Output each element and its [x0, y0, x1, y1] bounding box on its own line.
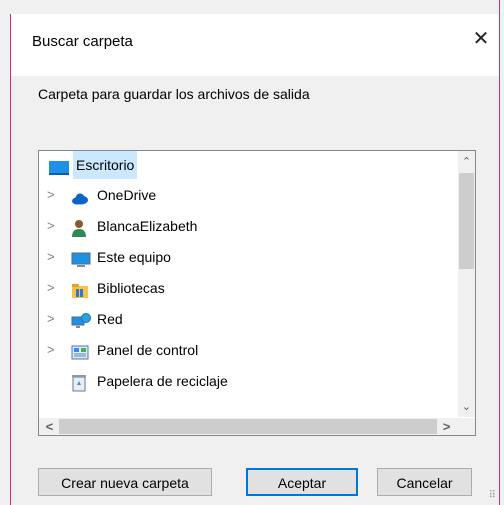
close-icon: ✕ [472, 28, 490, 50]
vertical-scrollbar[interactable]: ⌃ ⌄ [458, 151, 475, 417]
tree-item-bibliotecas[interactable]: > Bibliotecas [39, 274, 439, 302]
control-panel-icon [71, 342, 89, 360]
tree-item-label: OneDrive [97, 187, 157, 203]
cancel-button[interactable]: Cancelar [377, 468, 472, 496]
tree-item-onedrive[interactable]: > OneDrive [39, 181, 439, 209]
desktop-icon [49, 157, 69, 175]
vertical-scroll-thumb[interactable] [459, 173, 474, 269]
folder-icon [71, 409, 89, 417]
tree-item-label: Papelera de reciclaje [97, 373, 228, 389]
onedrive-cloud-icon [71, 187, 89, 205]
network-icon [71, 311, 91, 328]
tree-item-partial [39, 399, 439, 417]
computer-icon [71, 249, 91, 267]
horizontal-scroll-thumb[interactable] [59, 419, 437, 434]
tree-item-label: Panel de control [97, 342, 199, 358]
tree-item-este-equipo[interactable]: > Este equipo [39, 243, 439, 271]
chevron-right-icon[interactable]: > [47, 181, 59, 209]
scroll-left-icon[interactable]: < [41, 419, 58, 434]
new-folder-button[interactable]: Crear nueva carpeta [38, 468, 212, 496]
tree-item-panel-de-control[interactable]: > Panel de control [39, 336, 439, 364]
tree-item-blancaelizabeth[interactable]: > BlancaElizabeth [39, 212, 439, 240]
chevron-right-icon[interactable]: > [47, 336, 59, 364]
tree-item-label: Escritorio [73, 151, 138, 179]
close-button[interactable]: ✕ [470, 28, 492, 50]
user-icon [71, 218, 89, 237]
chevron-right-icon[interactable]: > [47, 243, 59, 271]
scroll-down-icon[interactable]: ⌄ [458, 400, 475, 413]
chevron-right-icon[interactable]: > [47, 305, 59, 333]
tree-item-escritorio[interactable]: Escritorio [39, 151, 439, 179]
chevron-right-icon[interactable]: > [47, 212, 59, 240]
ok-button[interactable]: Aceptar [246, 468, 358, 496]
libraries-folder-icon [71, 280, 89, 298]
window-border-left [10, 14, 11, 505]
scroll-up-icon[interactable]: ⌃ [458, 155, 475, 168]
folder-tree[interactable]: Escritorio > OneDrive > BlancaElizabeth … [38, 150, 476, 436]
window-border-right [499, 0, 500, 505]
tree-item-label: Bibliotecas [97, 280, 165, 296]
tree-item-label: BlancaElizabeth [97, 218, 198, 234]
resize-grip-icon[interactable]: ⠿ [489, 490, 496, 501]
chevron-right-icon[interactable]: > [47, 274, 59, 302]
dialog-prompt: Carpeta para guardar los archivos de sal… [38, 86, 310, 102]
dialog-title: Buscar carpeta [32, 33, 133, 50]
tree-item-label: Red [97, 311, 123, 327]
scroll-right-icon[interactable]: > [438, 419, 455, 434]
horizontal-scrollbar[interactable]: < > [39, 418, 475, 435]
browse-folder-dialog: Buscar carpeta ✕ Carpeta para guardar lo… [0, 0, 504, 505]
tree-item-label: Este equipo [97, 249, 171, 265]
recycle-bin-icon [71, 373, 89, 392]
tree-item-red[interactable]: > Red [39, 305, 439, 333]
tree-item-papelera-de-reciclaje[interactable]: Papelera de reciclaje [39, 367, 439, 395]
